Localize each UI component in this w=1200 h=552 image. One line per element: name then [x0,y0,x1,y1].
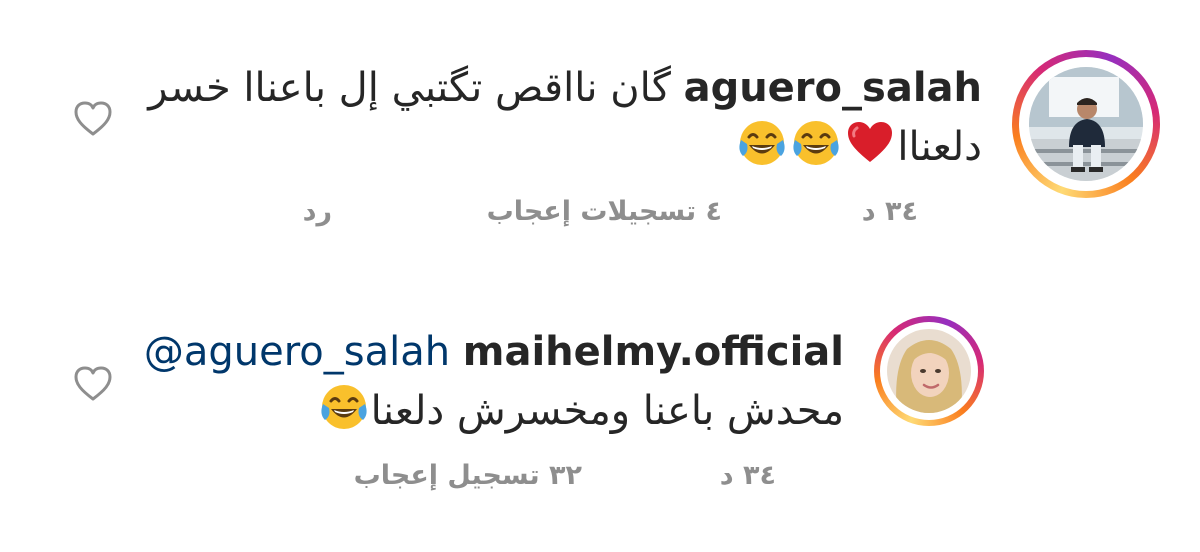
avatar-story-ring[interactable] [1012,50,1160,198]
comment-line-1: aguero_salah گان نااقص تگتبي إل باعناا خ… [82,60,982,116]
face-with-tears-of-joy-icon [739,121,785,165]
comment-text-2: دلعناا [897,124,982,170]
comment-time: ٣٤ د [861,196,918,227]
comment-username[interactable]: aguero_salah [684,65,982,111]
comment-time: ٣٤ د [719,460,776,491]
comment-line-2: دلعناا [82,118,982,175]
comment-text-2: محدش باعنا ومخسرش دلعنا [370,388,844,434]
reply-button[interactable]: رد [303,196,332,227]
mention-link[interactable]: @aguero_salah [144,329,450,375]
like-count-button[interactable]: ٣٢ تسجيل إعجاب [354,460,582,491]
comment-1: aguero_salah گان نااقص تگتبي إل باعناا خ… [0,0,1200,260]
face-with-tears-of-joy-icon [793,121,839,165]
comment-line-2: محدش باعنا ومخسرش دلعنا [84,382,844,439]
like-heart-icon[interactable] [73,364,113,404]
face-with-tears-of-joy-icon [321,385,367,429]
comment-text: گان نااقص تگتبي إل باعناا خسر [148,65,671,111]
avatar [1029,67,1143,181]
like-count-button[interactable]: ٤ تسجيلات إعجاب [487,196,722,227]
like-heart-icon[interactable] [73,99,113,139]
comment-2: maihelmy.official @aguero_salah محدش باع… [0,260,1200,552]
comment-line-1: maihelmy.official @aguero_salah [84,324,844,380]
avatar-story-ring[interactable] [874,316,984,426]
comment-body: maihelmy.official @aguero_salah محدش باع… [84,324,844,439]
avatar [887,329,971,413]
red-heart-icon [848,122,893,162]
comment-username[interactable]: maihelmy.official [463,329,844,375]
comment-body: aguero_salah گان نااقص تگتبي إل باعناا خ… [82,60,982,175]
